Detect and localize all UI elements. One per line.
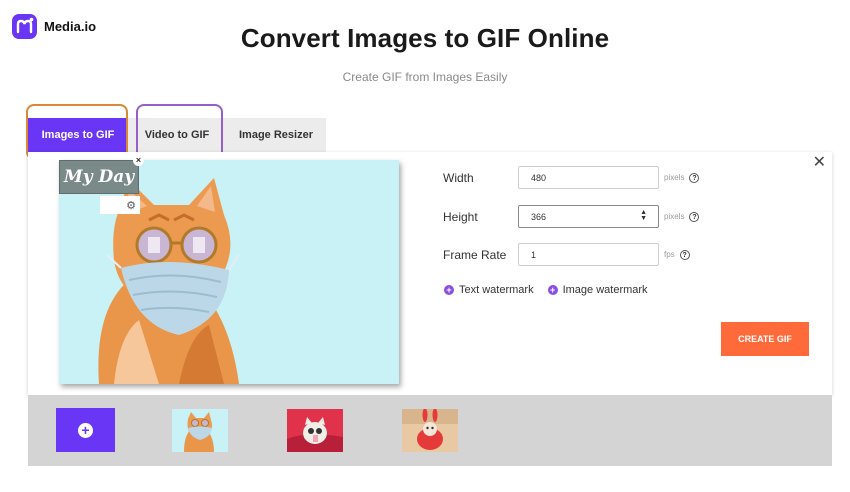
tab-video-to-gif[interactable]: Video to GIF xyxy=(128,118,226,152)
thumbnail-cat-with-mask[interactable] xyxy=(172,409,228,452)
watermark-text: My Day xyxy=(63,167,135,187)
close-icon[interactable]: × xyxy=(133,155,144,166)
thumbnail-cat-bunny-costume[interactable] xyxy=(402,409,458,452)
plus-circle-icon: + xyxy=(78,422,93,438)
height-row: Height ▲▼ pixels ? xyxy=(443,205,700,228)
tab-image-resizer[interactable]: Image Resizer xyxy=(226,118,326,152)
width-label: Width xyxy=(443,170,474,185)
tab-images-to-gif[interactable]: Images to GIF xyxy=(28,118,128,152)
plus-circle-icon: + xyxy=(547,285,558,295)
width-unit: pixels xyxy=(664,173,685,182)
thumbnail-cat-red-background[interactable] xyxy=(287,409,343,452)
frame-rate-row: Frame Rate fps ? xyxy=(443,243,690,266)
height-input[interactable] xyxy=(518,205,659,228)
text-watermark-label: Text watermark xyxy=(459,284,534,296)
add-text-watermark-button[interactable]: + Text watermark xyxy=(444,284,534,296)
width-row: Width pixels ? xyxy=(443,166,700,189)
create-gif-button[interactable]: CREATE GIF xyxy=(721,322,809,356)
frame-rate-unit: fps xyxy=(664,250,675,259)
page-subtitle: Create GIF from Images Easily xyxy=(342,70,508,84)
width-input[interactable] xyxy=(518,166,659,189)
image-watermark-label: Image watermark xyxy=(562,284,648,296)
close-icon[interactable]: ✕ xyxy=(813,154,826,172)
frame-rate-label: Frame Rate xyxy=(443,247,507,262)
page-title: Convert Images to GIF Online xyxy=(240,23,610,53)
height-unit: pixels xyxy=(664,212,685,221)
frame-rate-input[interactable] xyxy=(518,243,659,266)
question-circle-icon[interactable]: ? xyxy=(679,249,690,260)
page: Media.io Convert Images to GIF Online Cr… xyxy=(0,0,850,492)
question-circle-icon[interactable]: ? xyxy=(689,172,700,183)
gear-icon[interactable]: ⚙ xyxy=(126,199,136,212)
tool-tabs: Images to GIF Video to GIF Image Resizer xyxy=(28,118,326,152)
height-label: Height xyxy=(443,209,478,224)
thumbnail-strip: + xyxy=(28,395,832,466)
stepper-arrows-icon[interactable]: ▲ ▼ xyxy=(640,209,647,222)
question-circle-icon[interactable]: ? xyxy=(689,211,700,222)
plus-circle-icon: + xyxy=(444,285,454,295)
add-image-watermark-button[interactable]: + Image watermark xyxy=(547,284,648,296)
text-watermark-overlay[interactable]: My Day xyxy=(59,160,139,194)
converter-panel: ✕ My Day × ⚙ xyxy=(28,152,832,395)
height-stepper: ▲▼ xyxy=(518,205,659,228)
add-image-button[interactable]: + xyxy=(56,408,115,452)
watermark-options: + Text watermark + Image watermark xyxy=(444,284,648,296)
watermark-toolbar: ⚙ xyxy=(100,196,140,214)
